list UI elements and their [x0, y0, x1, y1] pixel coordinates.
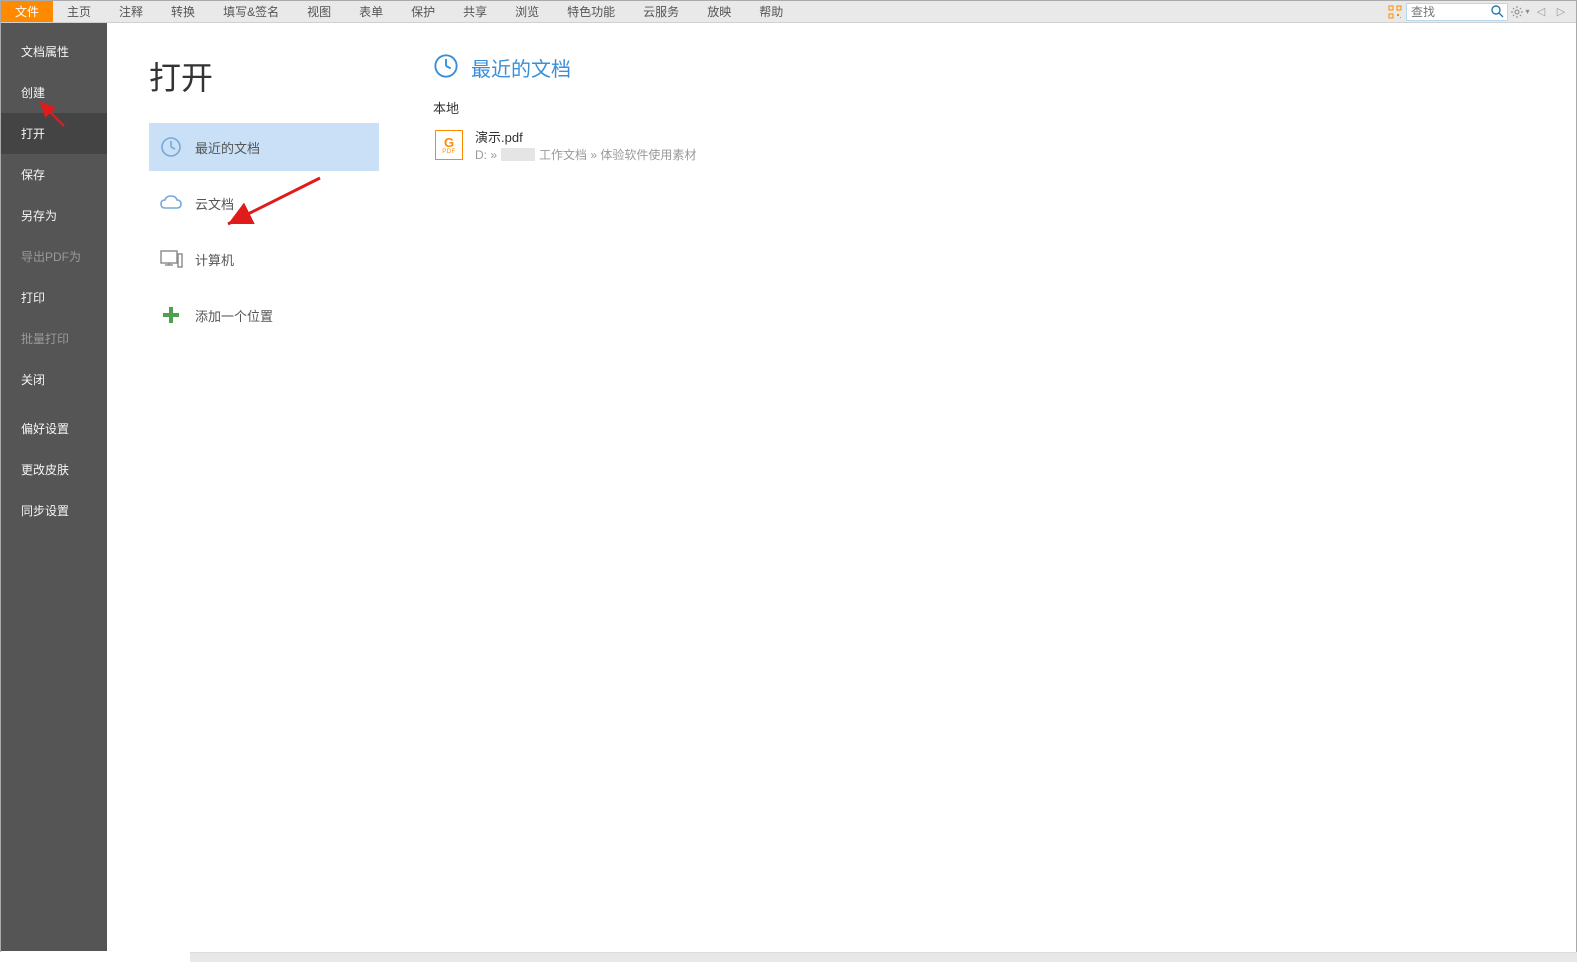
option-label: 最近的文档 — [195, 138, 260, 157]
menubar-tab-file[interactable]: 文件 — [1, 1, 53, 22]
sidebar-item-properties[interactable]: 文档属性 — [1, 31, 107, 72]
menubar-tab-help[interactable]: 帮助 — [745, 1, 797, 22]
search-box — [1406, 3, 1508, 21]
option-recent-docs[interactable]: 最近的文档 — [149, 123, 379, 171]
redacted-path-segment — [501, 148, 535, 161]
menubar-tab-share[interactable]: 共享 — [449, 1, 501, 22]
menubar-tab-comment[interactable]: 注释 — [105, 1, 157, 22]
option-computer[interactable]: 计算机 — [149, 235, 379, 283]
open-options-panel: 打开 最近的文档 云文档 计算机 添加一个位置 — [107, 23, 397, 951]
qr-icon[interactable] — [1386, 3, 1404, 21]
nav-prev-icon[interactable]: ◁ — [1532, 3, 1550, 21]
menubar-tab-view[interactable]: 视图 — [293, 1, 345, 22]
sidebar-item-create[interactable]: 创建 — [1, 72, 107, 113]
option-label: 云文档 — [195, 194, 234, 213]
menubar-tab-convert[interactable]: 转换 — [157, 1, 209, 22]
plus-icon — [159, 303, 183, 327]
clock-icon — [433, 53, 459, 82]
menubar-tab-slideshow[interactable]: 放映 — [693, 1, 745, 22]
clock-icon — [159, 135, 183, 159]
sidebar-item-open[interactable]: 打开 — [1, 113, 107, 154]
option-label: 添加一个位置 — [195, 306, 273, 325]
section-label-local: 本地 — [433, 98, 1556, 117]
sidebar-item-batch-print[interactable]: 批量打印 — [1, 318, 107, 359]
menubar: 文件 主页 注释 转换 填写&签名 视图 表单 保护 共享 浏览 特色功能 云服… — [1, 1, 1576, 23]
file-path: D: » 工作文档 » 体验软件使用素材 — [475, 146, 696, 163]
content-panel: 最近的文档 本地 GPDF 演示.pdf D: » 工作文档 » 体验软件使用素… — [397, 23, 1576, 951]
menubar-tab-form[interactable]: 表单 — [345, 1, 397, 22]
sidebar-item-skin[interactable]: 更改皮肤 — [1, 449, 107, 490]
search-icon[interactable] — [1487, 3, 1507, 21]
option-cloud-docs[interactable]: 云文档 — [149, 179, 379, 227]
search-input[interactable] — [1407, 5, 1487, 19]
gear-icon[interactable]: ▾ — [1510, 3, 1530, 21]
menubar-tab-browse[interactable]: 浏览 — [501, 1, 553, 22]
option-label: 计算机 — [195, 250, 234, 269]
sidebar-item-export-pdf[interactable]: 导出PDF为 — [1, 236, 107, 277]
option-add-location[interactable]: 添加一个位置 — [149, 291, 379, 339]
sidebar-item-preferences[interactable]: 偏好设置 — [1, 408, 107, 449]
file-name: 演示.pdf — [475, 127, 696, 146]
menubar-tab-home[interactable]: 主页 — [53, 1, 105, 22]
menubar-tab-special[interactable]: 特色功能 — [553, 1, 629, 22]
menubar-tab-cloud[interactable]: 云服务 — [629, 1, 693, 22]
bottom-bar — [0, 952, 1577, 962]
sidebar-item-save-as[interactable]: 另存为 — [1, 195, 107, 236]
sidebar-item-print[interactable]: 打印 — [1, 277, 107, 318]
sidebar-item-save[interactable]: 保存 — [1, 154, 107, 195]
recent-file-row[interactable]: GPDF 演示.pdf D: » 工作文档 » 体验软件使用素材 — [433, 123, 1556, 167]
menubar-tab-fill-sign[interactable]: 填写&签名 — [209, 1, 293, 22]
page-title: 打开 — [149, 53, 379, 99]
file-sidebar: 文档属性 创建 打开 保存 另存为 导出PDF为 打印 批量打印 关闭 偏好设置… — [1, 23, 107, 951]
menubar-tab-protect[interactable]: 保护 — [397, 1, 449, 22]
sidebar-item-sync[interactable]: 同步设置 — [1, 490, 107, 531]
scrollbar-track[interactable] — [190, 952, 1577, 962]
cloud-icon — [159, 191, 183, 215]
content-header: 最近的文档 — [433, 53, 1556, 82]
pdf-file-icon: GPDF — [435, 130, 463, 160]
sidebar-item-close[interactable]: 关闭 — [1, 359, 107, 400]
computer-icon — [159, 247, 183, 271]
nav-next-icon[interactable]: ▷ — [1552, 3, 1570, 21]
content-header-title: 最近的文档 — [471, 53, 571, 82]
